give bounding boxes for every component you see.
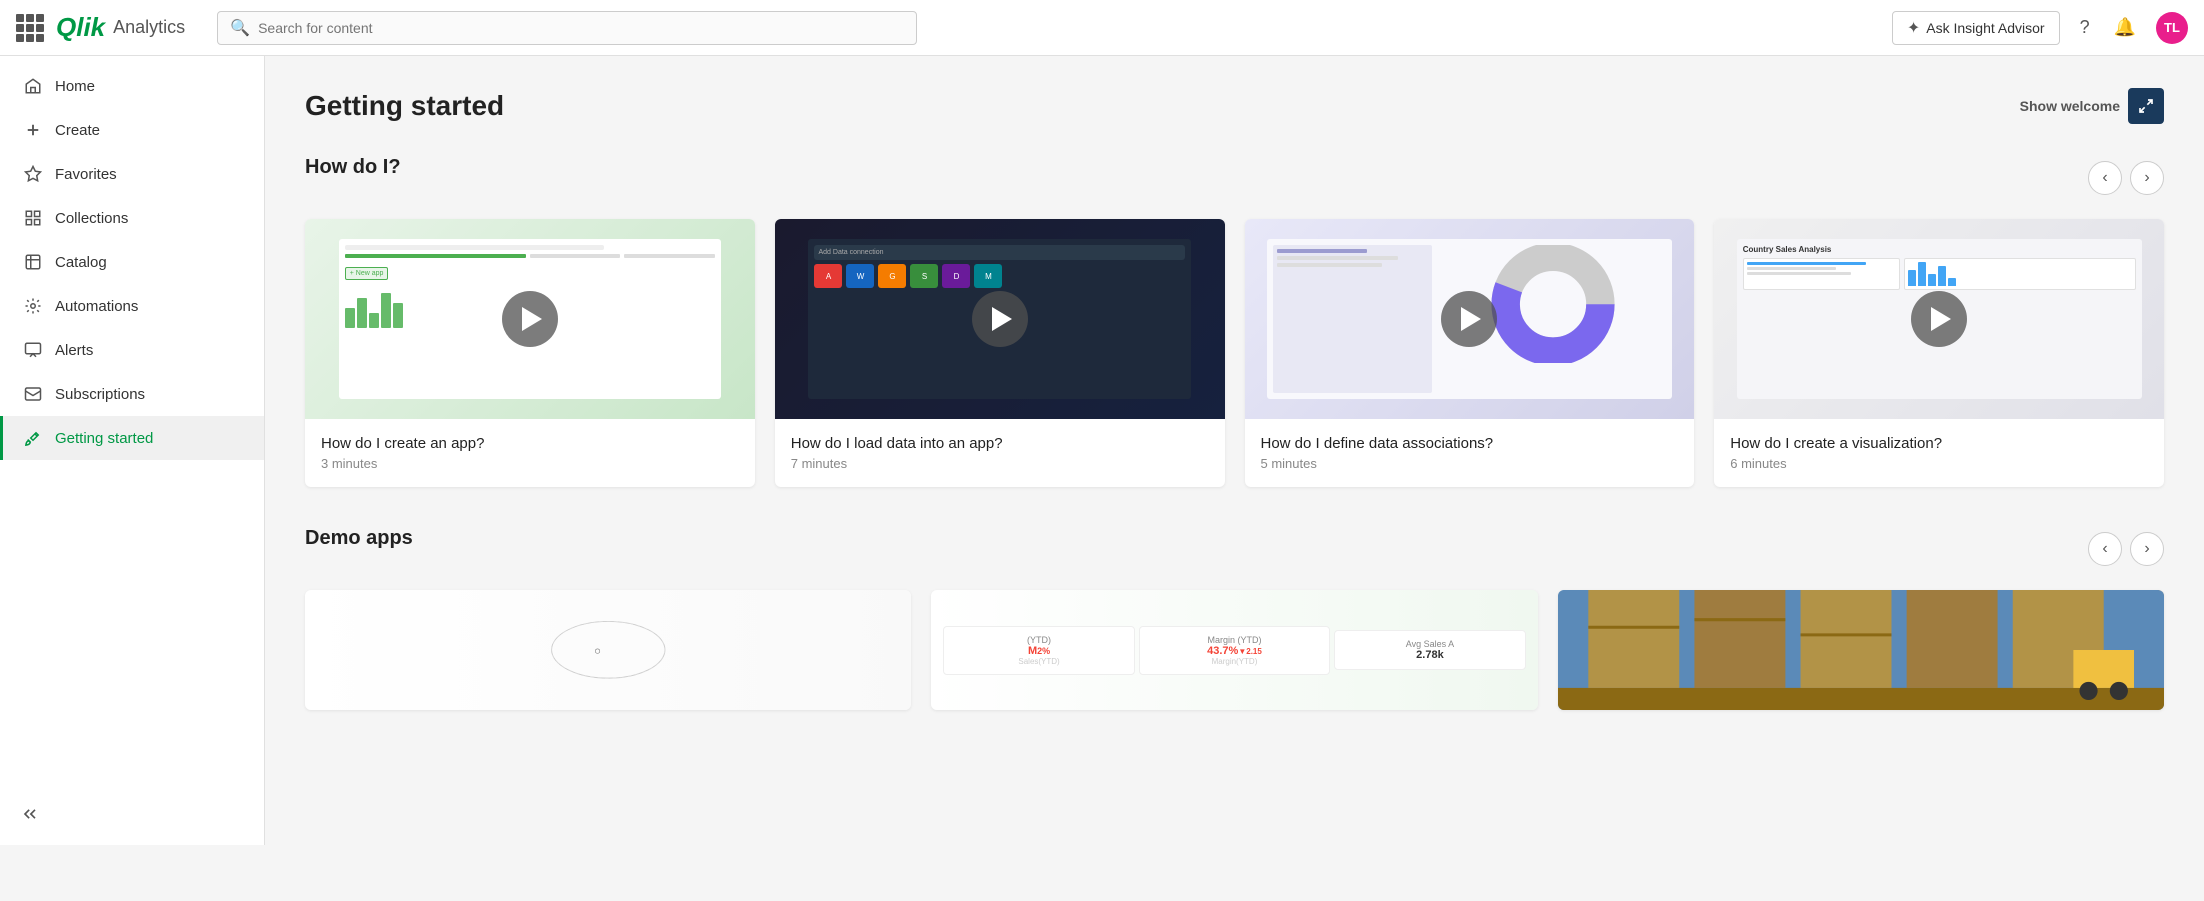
how-do-i-section: How do I? ‹ › (305, 156, 2164, 487)
demo-card-inner-0: ○ (305, 590, 911, 710)
video-thumb-3: Country Sales Analysis (1714, 219, 2164, 419)
sidebar-item-automations[interactable]: Automations (0, 284, 264, 328)
section-header-how: How do I? ‹ › (305, 156, 2164, 199)
video-card-2[interactable]: How do I define data associations? 5 min… (1245, 219, 1695, 487)
sidebar-item-catalog[interactable]: Catalog (0, 240, 264, 284)
search-icon: 🔍 (230, 18, 250, 38)
app-name: Analytics (113, 17, 185, 38)
video-thumb-1: Add Data connection A W G S D M (775, 219, 1225, 419)
play-button-1[interactable] (972, 291, 1028, 347)
sidebar: Home Create Favorites Collections (0, 56, 265, 845)
play-button-3[interactable] (1911, 291, 1967, 347)
video-cards-row: + New app (305, 219, 2164, 487)
video-card-body-1: How do I load data into an app? 7 minute… (775, 419, 1225, 487)
demo-apps-nav-arrows: ‹ › (2088, 532, 2164, 566)
sidebar-item-favorites[interactable]: Favorites (0, 152, 264, 196)
play-button-2[interactable] (1441, 291, 1497, 347)
sidebar-item-alerts[interactable]: Alerts (0, 328, 264, 372)
sidebar-item-subscriptions[interactable]: Subscriptions (0, 372, 264, 416)
demo-next-button[interactable]: › (2130, 532, 2164, 566)
automations-icon (23, 296, 43, 316)
help-icon[interactable]: ? (2076, 13, 2094, 42)
layout: Home Create Favorites Collections (0, 56, 2204, 845)
video-title-2: How do I define data associations? (1261, 435, 1679, 452)
video-card-body-3: How do I create a visualization? 6 minut… (1714, 419, 2164, 487)
how-prev-button[interactable]: ‹ (2088, 161, 2122, 195)
show-welcome-area: Show welcome (2020, 88, 2164, 124)
section-title-demo: Demo apps (305, 527, 413, 550)
insight-star-icon: ✦ (1907, 18, 1920, 38)
demo-card-2[interactable] (1558, 590, 2164, 710)
search-bar[interactable]: 🔍 (217, 11, 917, 45)
video-card-3[interactable]: Country Sales Analysis (1714, 219, 2164, 487)
sidebar-label-subscriptions: Subscriptions (55, 386, 145, 403)
page-title: Getting started (305, 90, 504, 122)
video-title-3: How do I create a visualization? (1730, 435, 2148, 452)
main-content: Getting started Show welcome How do I? ‹… (265, 56, 2204, 845)
subscriptions-icon (23, 384, 43, 404)
logo: Qlik Analytics (56, 12, 185, 43)
star-icon (23, 164, 43, 184)
sidebar-label-collections: Collections (55, 210, 128, 227)
show-welcome-text[interactable]: Show welcome (2020, 98, 2120, 114)
how-next-button[interactable]: › (2130, 161, 2164, 195)
sidebar-label-favorites: Favorites (55, 166, 117, 183)
demo-card-1[interactable]: (YTD) M2% Sales(YTD) Margin (YTD) 43.7%▼… (931, 590, 1537, 710)
sidebar-item-home[interactable]: Home (0, 64, 264, 108)
avatar[interactable]: TL (2156, 12, 2188, 44)
qlik-logo: Qlik (56, 12, 105, 43)
demo-prev-button[interactable]: ‹ (2088, 532, 2122, 566)
sidebar-label-automations: Automations (55, 298, 138, 315)
page-title-row: Getting started Show welcome (305, 88, 2164, 124)
sidebar-collapse-button[interactable] (0, 788, 264, 845)
sidebar-label-catalog: Catalog (55, 254, 107, 271)
sidebar-item-create[interactable]: Create (0, 108, 264, 152)
alerts-icon (23, 340, 43, 360)
video-card-1[interactable]: Add Data connection A W G S D M (775, 219, 1225, 487)
demo-card-0[interactable]: ○ (305, 590, 911, 710)
video-thumb-0: + New app (305, 219, 755, 419)
video-duration-1: 7 minutes (791, 456, 1209, 471)
rocket-icon (23, 428, 43, 448)
video-card-0[interactable]: + New app (305, 219, 755, 487)
collections-icon (23, 208, 43, 228)
svg-text:○: ○ (594, 646, 601, 658)
video-title-1: How do I load data into an app? (791, 435, 1209, 452)
video-title-0: How do I create an app? (321, 435, 739, 452)
search-input[interactable] (258, 20, 904, 36)
sidebar-label-home: Home (55, 78, 95, 95)
notification-icon[interactable]: 🔔 (2110, 13, 2140, 42)
how-do-i-nav-arrows: ‹ › (2088, 161, 2164, 195)
navbar-right: ✦ Ask Insight Advisor ? 🔔 TL (1892, 11, 2188, 45)
grid-menu-icon[interactable] (16, 14, 44, 42)
insight-advisor-label: Ask Insight Advisor (1926, 20, 2044, 36)
sidebar-item-getting-started[interactable]: Getting started (0, 416, 264, 460)
warehouse-image (1558, 590, 2164, 710)
section-header-demo: Demo apps ‹ › (305, 527, 2164, 570)
video-duration-0: 3 minutes (321, 456, 739, 471)
catalog-icon (23, 252, 43, 272)
sidebar-label-alerts: Alerts (55, 342, 93, 359)
sidebar-label-create: Create (55, 122, 100, 139)
sidebar-label-getting-started: Getting started (55, 430, 153, 447)
sidebar-item-collections[interactable]: Collections (0, 196, 264, 240)
home-icon (23, 76, 43, 96)
video-card-body-2: How do I define data associations? 5 min… (1245, 419, 1695, 487)
expand-button[interactable] (2128, 88, 2164, 124)
navbar: Qlik Analytics 🔍 ✦ Ask Insight Advisor ?… (0, 0, 2204, 56)
section-title-how: How do I? (305, 156, 401, 179)
plus-icon (23, 120, 43, 140)
video-duration-3: 6 minutes (1730, 456, 2148, 471)
demo-apps-section: Demo apps ‹ › ○ (305, 527, 2164, 710)
insight-advisor-button[interactable]: ✦ Ask Insight Advisor (1892, 11, 2060, 45)
video-thumb-2 (1245, 219, 1695, 419)
demo-cards-row: ○ (YTD) M2% Sales(YTD) Marg (305, 590, 2164, 710)
video-duration-2: 5 minutes (1261, 456, 1679, 471)
video-card-body-0: How do I create an app? 3 minutes (305, 419, 755, 487)
play-button-0[interactable] (502, 291, 558, 347)
